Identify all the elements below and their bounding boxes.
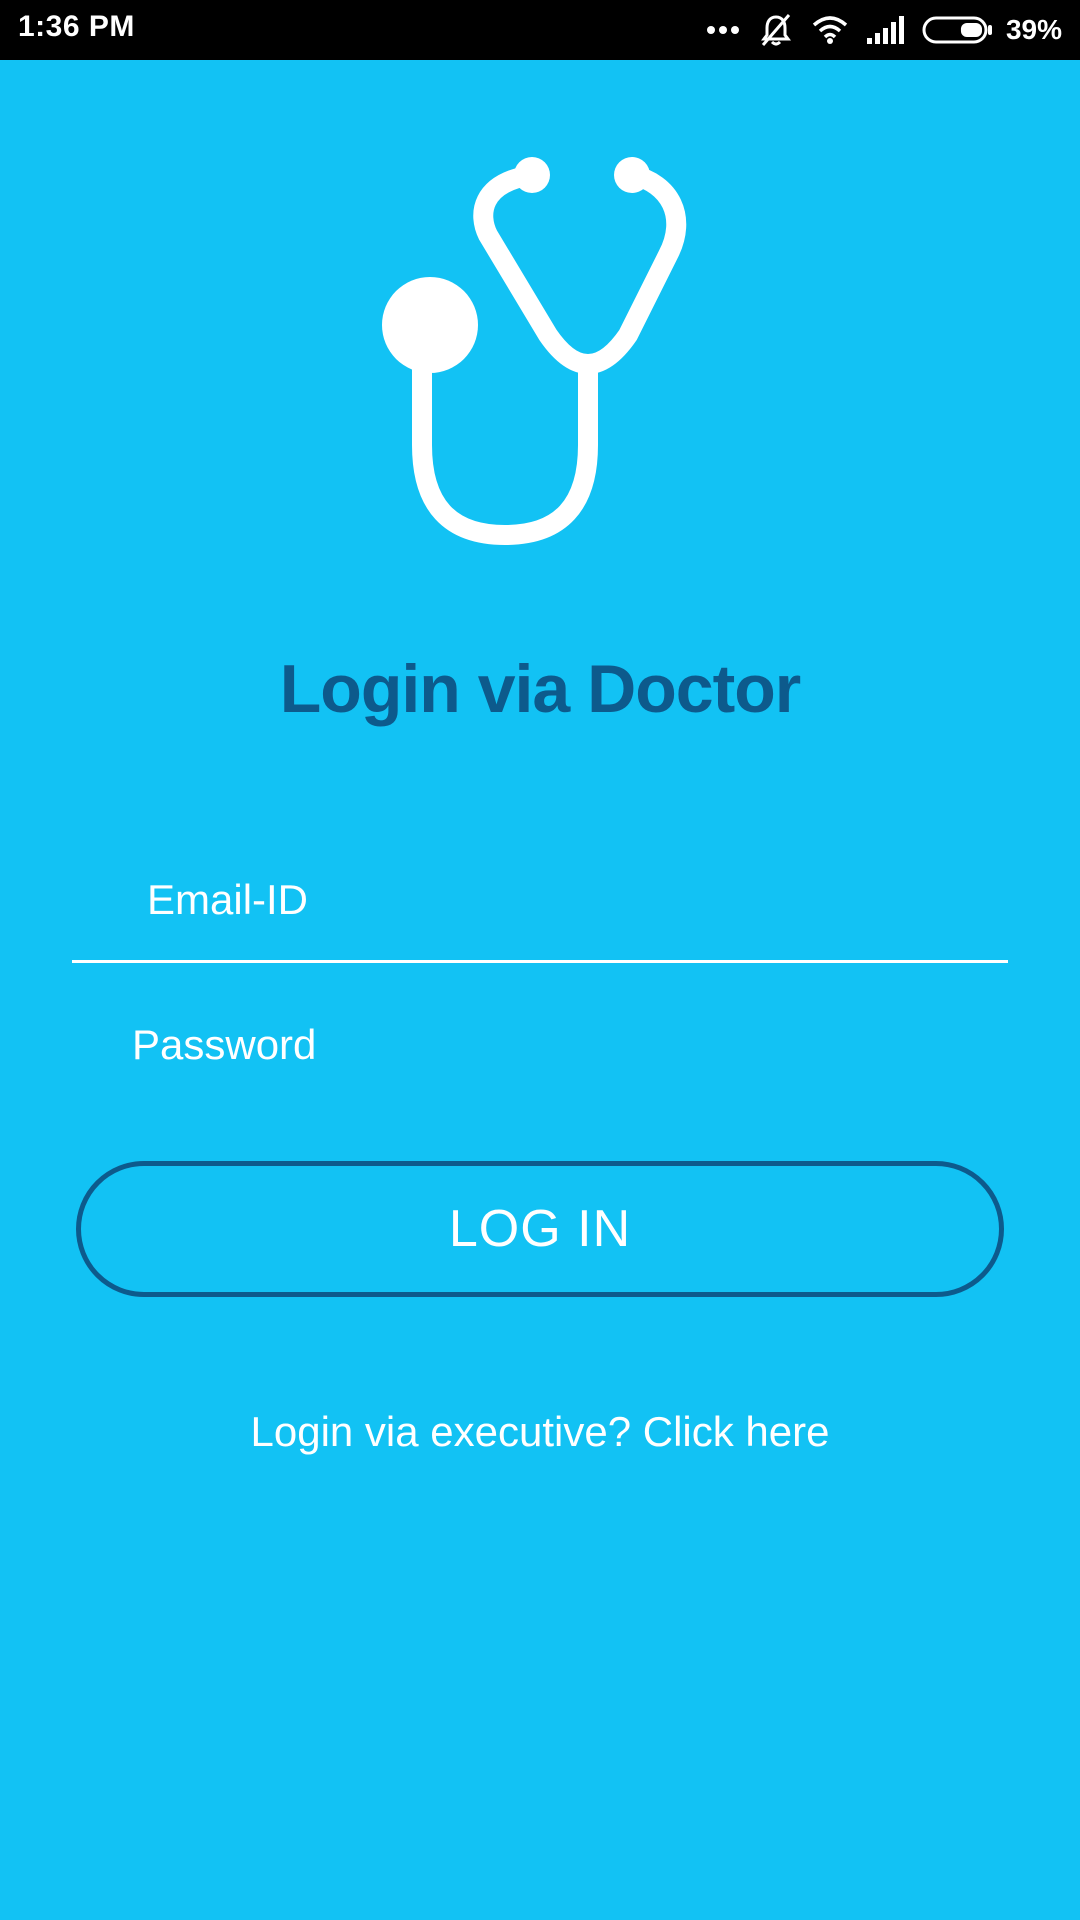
- wifi-icon: [812, 15, 848, 45]
- battery-percent: 39%: [1005, 14, 1062, 45]
- login-screen: Login via Doctor LOG IN Login via execut…: [0, 60, 1080, 1920]
- executive-login-link[interactable]: Login via executive? Click here: [0, 1408, 1080, 1456]
- status-time: 1:36 PM: [18, 10, 135, 43]
- email-underline: [72, 960, 1008, 963]
- signal-icon: [866, 16, 904, 44]
- page-title: Login via Doctor: [279, 651, 801, 727]
- login-button[interactable]: LOG IN: [76, 1161, 1004, 1297]
- password-field[interactable]: [72, 1005, 1008, 1085]
- status-icons: 39%: [706, 8, 1062, 52]
- stethoscope-icon: [370, 155, 710, 555]
- status-bar: 1:36 PM 39%: [0, 0, 1080, 60]
- email-field[interactable]: [72, 860, 1008, 940]
- muted-bell-icon: [758, 12, 794, 48]
- battery-icon: [922, 15, 994, 45]
- more-dots-icon: [706, 24, 740, 36]
